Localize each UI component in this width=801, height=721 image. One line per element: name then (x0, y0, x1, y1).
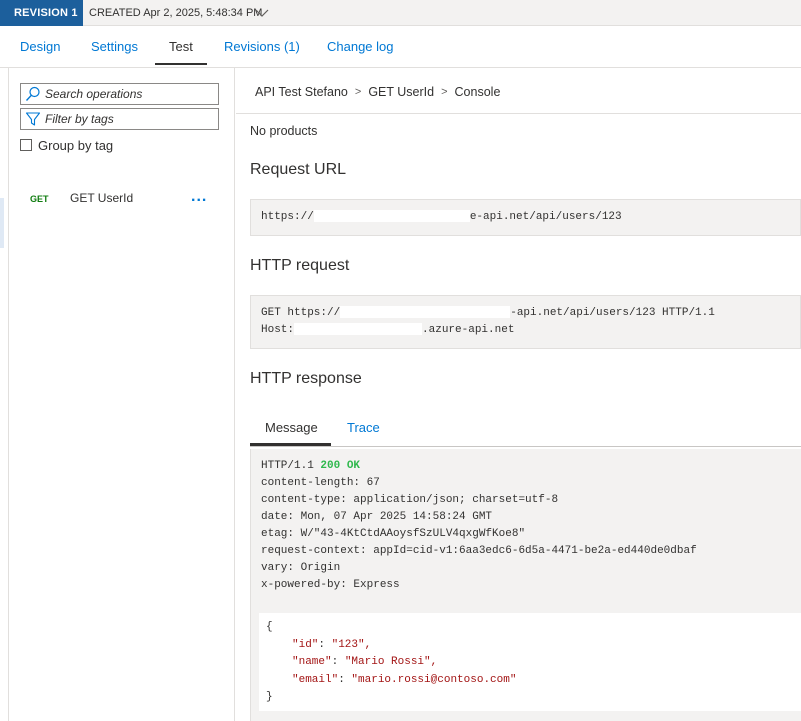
filter-input[interactable] (45, 109, 215, 129)
json-field: "name": "Mario Rossi", (292, 656, 438, 668)
tab-message-underline (250, 443, 331, 446)
response-header: content-length: 67 (261, 477, 380, 489)
redacted-block (340, 306, 511, 319)
search-operations-box[interactable] (20, 83, 219, 105)
search-input[interactable] (45, 84, 215, 104)
operation-name: GET UserId (70, 191, 134, 205)
no-products-text: No products (250, 124, 318, 138)
response-header: content-type: application/json; charset=… (261, 494, 559, 506)
more-options-icon[interactable]: ... (191, 188, 213, 206)
status-code: 200 OK (320, 460, 361, 472)
tab-test-underline (155, 63, 207, 65)
tab-test[interactable]: Test (169, 27, 193, 67)
redacted-block (294, 323, 423, 336)
breadcrumb-separator: > (441, 86, 448, 98)
request-url-title: Request URL (250, 161, 347, 178)
revision-created-text: CREATED Apr 2, 2025, 5:48:34 PM (89, 7, 263, 19)
json-field: "id": "123", (292, 638, 372, 651)
breadcrumb-operation[interactable]: GET UserId (368, 85, 434, 99)
json-key: "id" (292, 638, 319, 651)
top-tabs: Design Settings Test Revisions (1) Chang… (0, 27, 801, 68)
http-request-line2-prefix: Host: (261, 324, 295, 336)
revision-badge: REVISION 1 (0, 0, 83, 26)
response-header: request-context: appId=cid-v1:6aa3edc6-6… (261, 545, 697, 557)
tab-message[interactable]: Message (265, 414, 318, 444)
tab-trace[interactable]: Trace (347, 414, 380, 444)
json-key: "name" (292, 656, 332, 668)
group-by-tag-toggle[interactable]: Group by tag (20, 137, 113, 153)
tab-revisions[interactable]: Revisions (1) (224, 27, 300, 67)
http-request-title: HTTP request (250, 257, 350, 274)
status-protocol: HTTP/1.1 (261, 460, 314, 472)
http-request-line2-suffix: .azure-api.net (422, 324, 515, 336)
operations-pane: Group by tag GET GET UserId ... (8, 68, 235, 721)
http-request-line1-suffix: -api.net/api/users/123 HTTP/1.1 (510, 307, 715, 319)
json-field: "email": "mario.rossi@contoso.com" (292, 673, 517, 686)
search-icon (25, 86, 40, 101)
http-response-title: HTTP response (250, 370, 362, 387)
status-line: HTTP/1.1 200 OK (261, 458, 791, 475)
breadcrumb-separator: > (354, 86, 362, 98)
tab-settings[interactable]: Settings (91, 27, 138, 67)
response-body: { "id": "123", "name": "Mario Rossi", "e… (259, 613, 801, 711)
breadcrumb-api[interactable]: API Test Stefano (255, 85, 348, 99)
response-header: x-powered-by: Express (261, 579, 400, 591)
revision-bar: REVISION 1 CREATED Apr 2, 2025, 5:48:34 … (0, 0, 801, 26)
group-by-tag-checkbox[interactable] (20, 139, 32, 151)
redacted-block (313, 210, 470, 223)
tab-change-log[interactable]: Change log (327, 27, 394, 67)
breadcrumb-divider (236, 113, 801, 114)
json-open-brace: { (266, 621, 273, 633)
json-close-brace: } (266, 691, 273, 703)
left-edge-strip (0, 198, 4, 248)
json-value: "Mario Rossi", (344, 656, 438, 668)
json-value: "mario.rossi@contoso.com" (351, 673, 517, 686)
json-key: "email" (292, 673, 339, 686)
filter-icon (25, 112, 41, 126)
response-tabs: Message Trace (250, 414, 801, 447)
method-badge: GET (30, 194, 49, 204)
http-request-box: GET https:// -api.net/api/users/123 HTTP/… (250, 295, 801, 349)
tab-design[interactable]: Design (20, 27, 60, 67)
response-header: etag: W/"43-4KtCtdAAoysfSzULV4qxgWfKoe8" (261, 528, 526, 540)
group-by-tag-label: Group by tag (38, 137, 114, 153)
filter-tags-box[interactable] (20, 108, 219, 130)
json-value: "123", (331, 638, 372, 651)
breadcrumb-console: Console (454, 85, 501, 99)
request-url-suffix: e-api.net/api/users/123 (469, 211, 622, 223)
chevron-down-icon[interactable] (254, 6, 270, 20)
breadcrumb: API Test Stefano > GET UserId > Console (255, 85, 500, 99)
request-url-box: https:// e-api.net/api/users/123 (250, 199, 801, 236)
response-header: vary: Origin (261, 562, 341, 574)
operation-row[interactable]: GET GET UserId ... (9, 188, 234, 210)
http-request-line1-prefix: GET https:// (261, 307, 341, 319)
request-url-prefix: https:// (261, 211, 314, 223)
response-header: date: Mon, 07 Apr 2025 14:58:24 GMT (261, 511, 493, 523)
